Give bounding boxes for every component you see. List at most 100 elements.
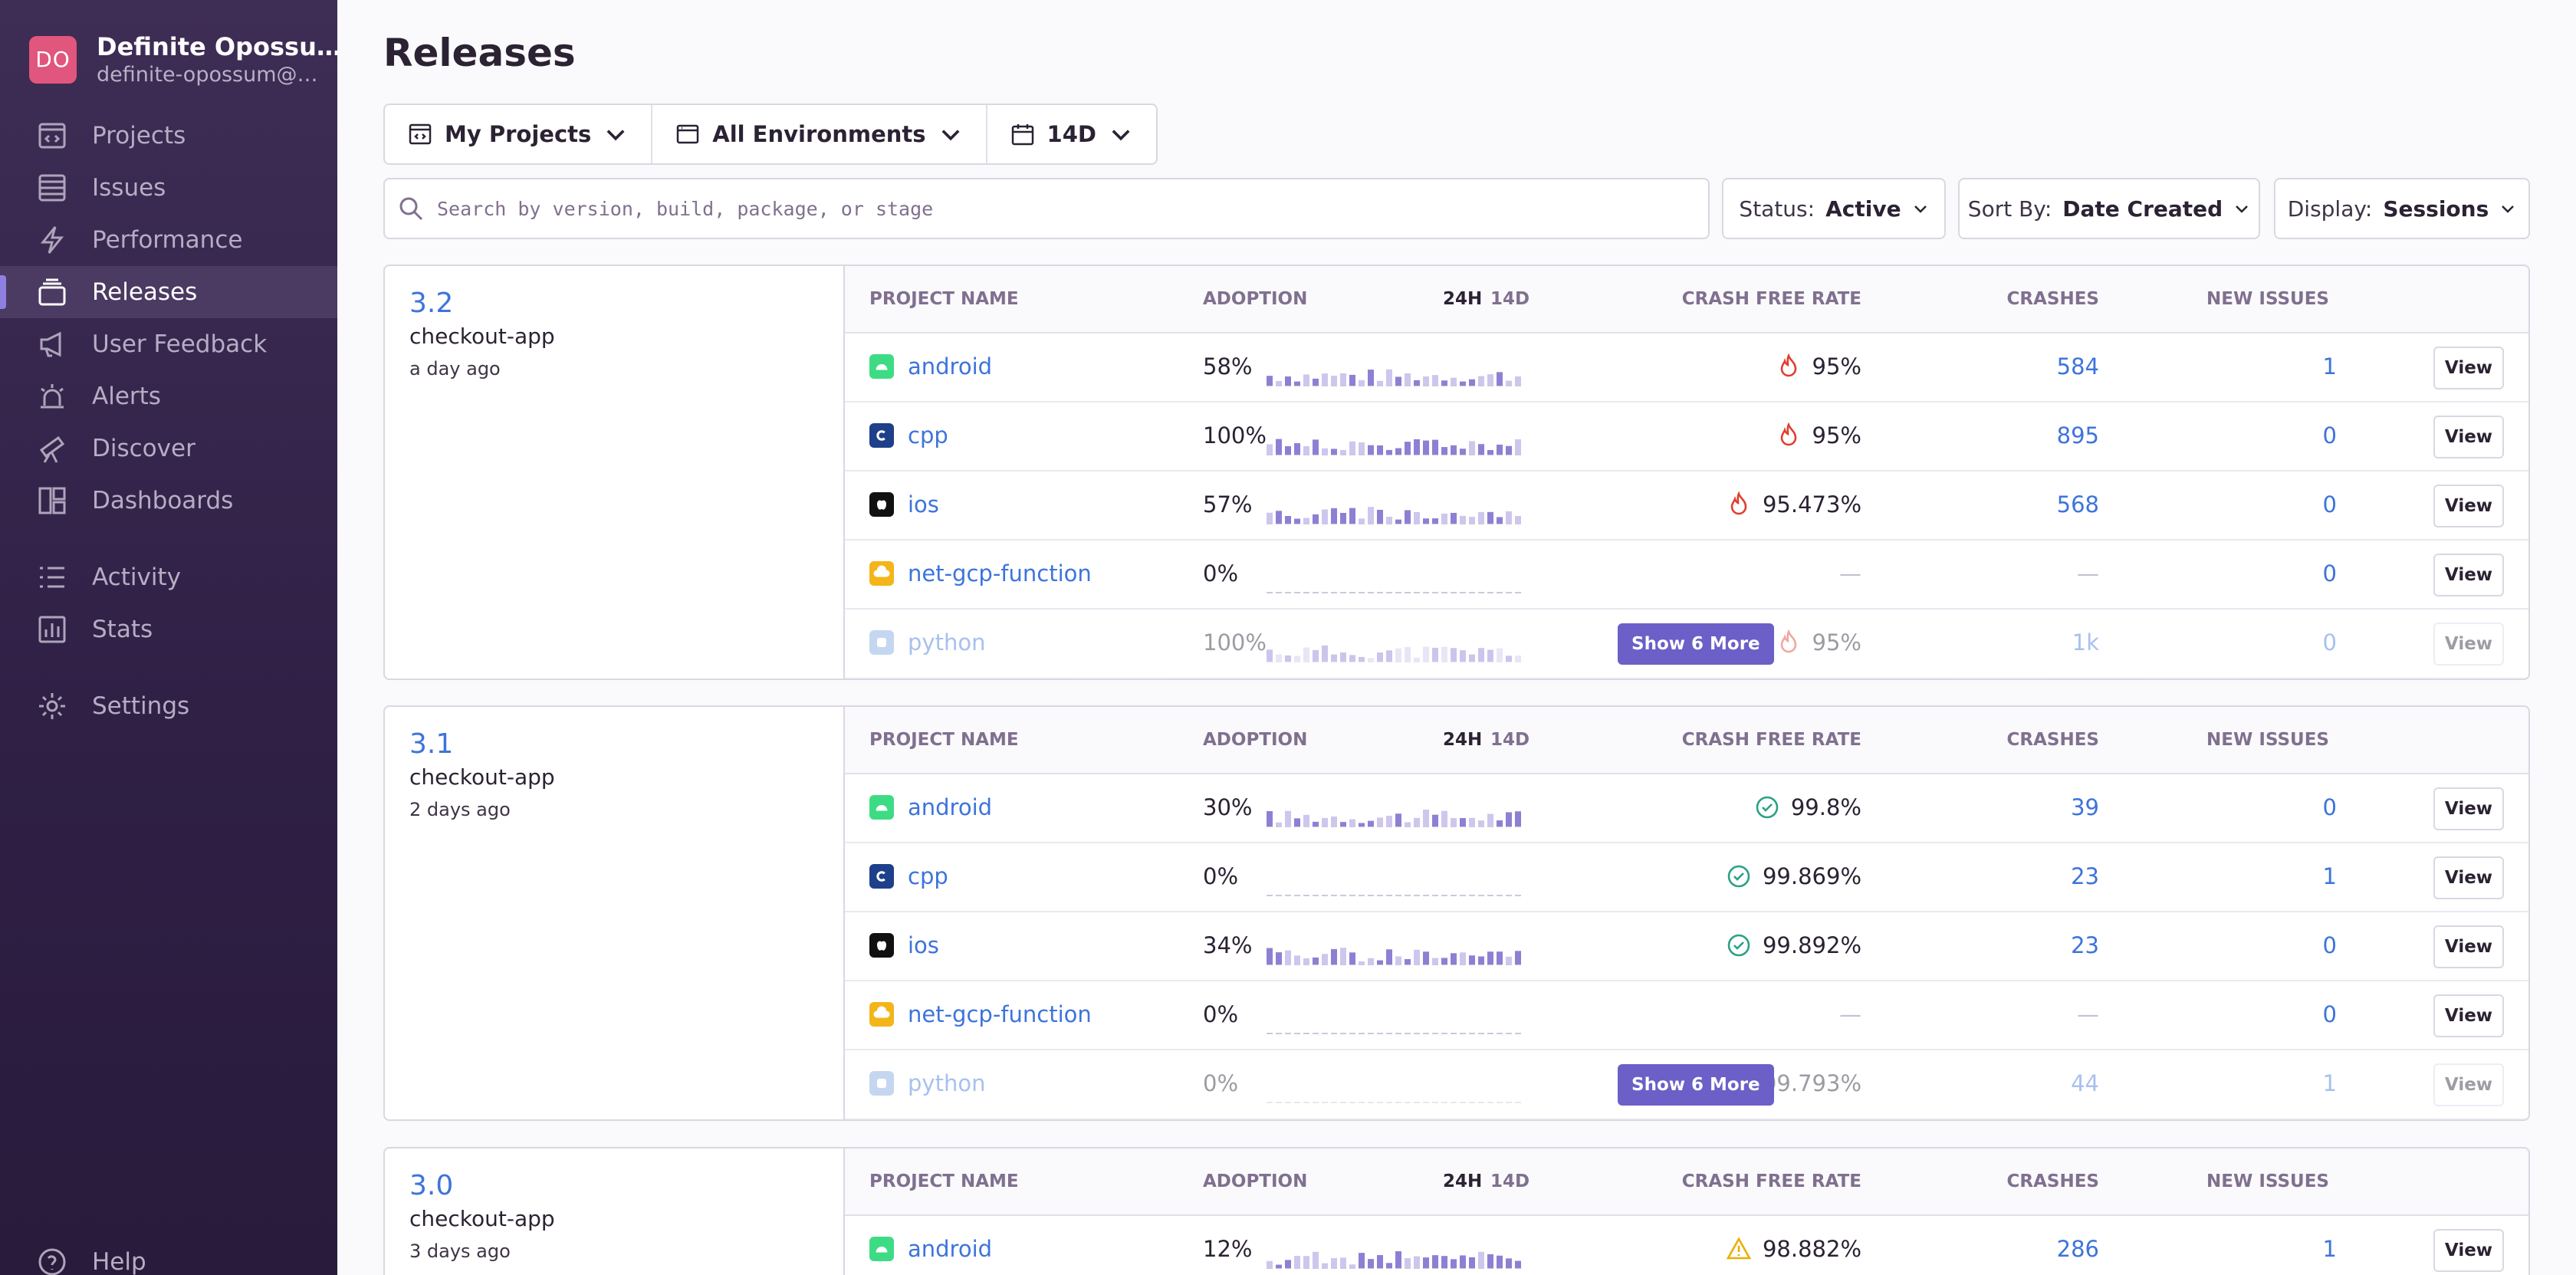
crashes-count[interactable]: 44 [2071, 1070, 2099, 1096]
crashes-count[interactable]: 39 [2071, 794, 2099, 820]
project-link[interactable]: cpp [869, 422, 948, 449]
org-switcher[interactable]: DO Definite Opossu… definite-opossum@… [29, 32, 341, 87]
sidebar-item-alerts[interactable]: Alerts [0, 370, 337, 422]
sort-dropdown[interactable]: Sort By: Date Created [1958, 178, 2260, 239]
crashes-count[interactable]: 895 [2057, 422, 2099, 449]
sparkline-bar [1340, 948, 1346, 964]
crashes-count[interactable]: 23 [2071, 932, 2099, 958]
new-issues-count[interactable]: 0 [2323, 932, 2337, 958]
crash-free-value: 95% [1812, 353, 1861, 380]
sparkline-bar [1497, 444, 1503, 455]
sparkline-bar [1303, 374, 1309, 386]
search-input[interactable] [437, 197, 1664, 220]
crashes-count[interactable]: 1k [2072, 629, 2099, 656]
sparkline-bar [1469, 1257, 1475, 1268]
sparkline-bar [1386, 369, 1392, 386]
project-link[interactable]: android [869, 794, 992, 820]
project-filter[interactable]: My Projects [385, 105, 653, 163]
sidebar-item-issues[interactable]: Issues [0, 162, 337, 214]
header-24h[interactable]: 24H [1443, 289, 1482, 309]
sidebar-item-user-feedback[interactable]: User Feedback [0, 318, 337, 370]
adoption-percent: 0% [1203, 863, 1239, 889]
view-button[interactable]: View [2433, 485, 2504, 527]
sparkline-bar [1515, 951, 1521, 964]
sparkline-baseline-tick [1349, 1102, 1355, 1103]
new-issues-count[interactable]: 1 [2323, 1070, 2337, 1096]
view-button[interactable]: View [2433, 416, 2504, 458]
view-button[interactable]: View [2433, 925, 2504, 968]
python-icon [869, 1071, 894, 1096]
release-version-link[interactable]: 3.2 [409, 288, 819, 319]
header-24h[interactable]: 24H [1443, 1171, 1482, 1191]
project-link[interactable]: ios [869, 932, 939, 958]
view-button[interactable]: View [2433, 554, 2504, 596]
sparkline-bar [1460, 449, 1466, 455]
new-issues-count[interactable]: 1 [2323, 1236, 2337, 1262]
new-issues-count[interactable]: 0 [2323, 491, 2337, 518]
release-version-link[interactable]: 3.1 [409, 728, 819, 760]
project-link[interactable]: net-gcp-function [869, 560, 1092, 587]
crashes-count[interactable]: — [2077, 1001, 2099, 1027]
project-link[interactable]: python [869, 1070, 985, 1096]
project-link[interactable]: android [869, 1236, 992, 1262]
new-issues-count[interactable]: 1 [2323, 863, 2337, 889]
project-link[interactable]: net-gcp-function [869, 1001, 1092, 1027]
header-14d[interactable]: 14D [1490, 289, 1530, 309]
sparkline-baseline-tick [1478, 1102, 1484, 1103]
header-24h[interactable]: 24H [1443, 730, 1482, 750]
status-dropdown[interactable]: Status: Active [1722, 178, 1946, 239]
date-filter[interactable]: 14D [987, 105, 1156, 163]
adoption-sparkline [1267, 439, 1521, 455]
sidebar-item-help[interactable]: Help [0, 1236, 337, 1275]
header-14d[interactable]: 14D [1490, 730, 1530, 750]
sidebar-item-stats[interactable]: Stats [0, 603, 337, 656]
view-button[interactable]: View [2433, 1229, 2504, 1272]
release-version-link[interactable]: 3.0 [409, 1170, 819, 1201]
view-button[interactable]: View [2433, 994, 2504, 1037]
sparkline-baseline-tick [1331, 895, 1337, 896]
sparkline-bar [1322, 645, 1328, 662]
sparkline-baseline-tick [1405, 592, 1411, 593]
new-issues-count[interactable]: 0 [2323, 422, 2337, 449]
sparkline-baseline-tick [1359, 1102, 1365, 1103]
crashes-count[interactable]: 286 [2057, 1236, 2099, 1262]
sidebar-item-discover[interactable]: Discover [0, 422, 337, 475]
crash-free-rate: 95.473% [1726, 491, 1861, 518]
new-issues-count[interactable]: 0 [2323, 794, 2337, 820]
crashes-count[interactable]: 23 [2071, 863, 2099, 889]
new-issues-count[interactable]: 0 [2323, 1001, 2337, 1027]
project-link[interactable]: cpp [869, 863, 948, 889]
sparkline-baseline-tick [1313, 1033, 1319, 1034]
sidebar-item-activity[interactable]: Activity [0, 551, 337, 603]
project-link[interactable]: ios [869, 491, 939, 518]
sidebar-item-releases[interactable]: Releases [0, 266, 337, 318]
sparkline-bar [1460, 1255, 1466, 1268]
new-issues-count[interactable]: 1 [2323, 353, 2337, 380]
sidebar-item-performance[interactable]: Performance [0, 214, 337, 266]
sparkline-baseline-tick [1322, 1102, 1328, 1103]
sparkline-baseline-tick [1441, 1033, 1447, 1034]
crashes-count[interactable]: 568 [2057, 491, 2099, 518]
project-link[interactable]: python [869, 629, 985, 656]
view-button[interactable]: View [2433, 787, 2504, 830]
view-button[interactable]: View [2433, 856, 2504, 899]
adoption-sparkline [1267, 1102, 1521, 1103]
crashes-count[interactable]: 584 [2057, 353, 2099, 380]
new-issues-count[interactable]: 0 [2323, 629, 2337, 656]
sparkline-bar [1267, 649, 1273, 662]
view-button[interactable]: View [2433, 623, 2504, 665]
sidebar-item-dashboards[interactable]: Dashboards [0, 475, 337, 527]
view-button[interactable]: View [2433, 347, 2504, 389]
crashes-count[interactable]: — [2077, 560, 2099, 587]
sidebar-item-settings[interactable]: Settings [0, 680, 337, 732]
show-more-button[interactable]: Show 6 More [1618, 623, 1774, 665]
project-link[interactable]: android [869, 353, 992, 380]
new-issues-count[interactable]: 0 [2323, 560, 2337, 587]
view-button[interactable]: View [2433, 1063, 2504, 1106]
header-14d[interactable]: 14D [1490, 1171, 1530, 1191]
display-dropdown[interactable]: Display: Sessions [2274, 178, 2530, 239]
sidebar-item-projects[interactable]: Projects [0, 110, 337, 162]
environment-filter[interactable]: All Environments [652, 105, 987, 163]
crash-free-rate: 99.793% [1763, 1070, 1861, 1096]
show-more-button[interactable]: Show 6 More [1618, 1064, 1774, 1106]
